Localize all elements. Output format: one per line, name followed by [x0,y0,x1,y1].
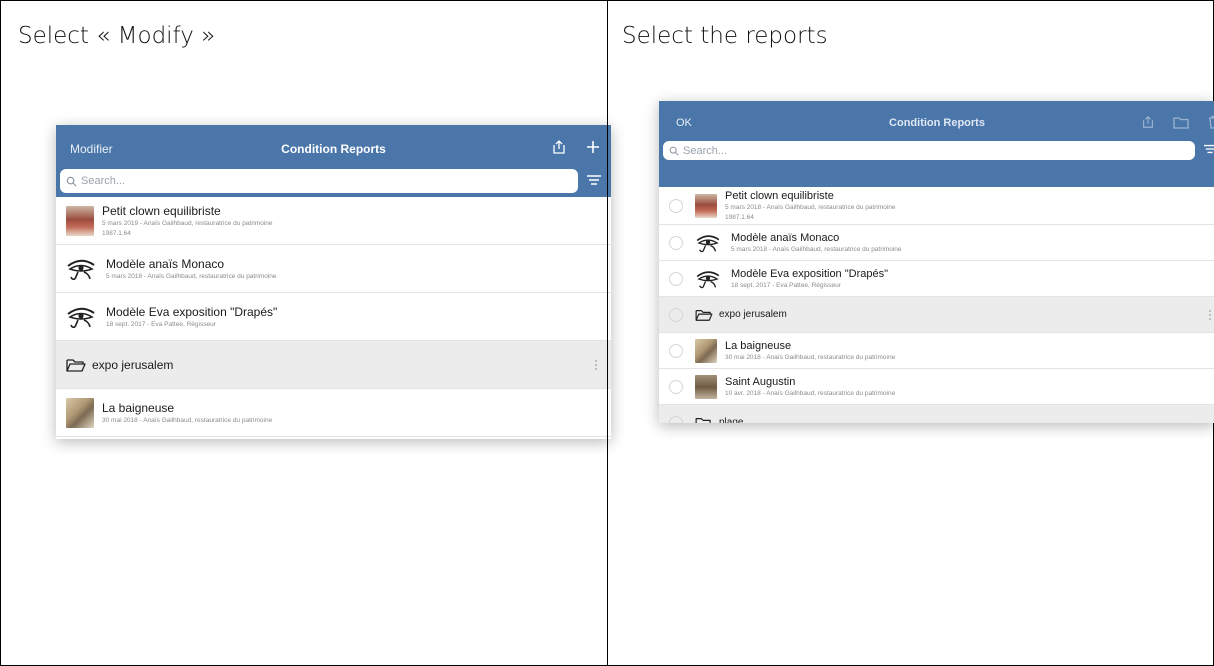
report-thumbnail [695,374,717,399]
folder-name: expo jerusalem [92,357,174,372]
report-thumbnail [66,205,94,236]
step-caption: Select « Modify » [18,23,216,49]
list-item-template[interactable]: Modèle Eva exposition "Drapés" 18 sept. … [56,293,611,341]
list-item-report[interactable]: Saint Augustin 10 avr. 2018 - Anaïs Gail… [659,369,1214,405]
report-thumbnail [66,397,94,428]
share-icon[interactable] [551,139,567,155]
item-subtitle: 18 sept. 2017 - Eva Pattee, Régisseur [731,281,841,289]
select-radio[interactable] [669,379,683,394]
list-item-report[interactable]: La baigneuse 30 mai 2018 - Anaïs Gailhba… [659,333,1214,369]
search-icon [669,146,679,156]
item-subtitle: 30 mai 2018 - Anaïs Gailhbaud, restaurat… [102,416,273,424]
list-item-folder[interactable]: plage [659,405,1214,423]
sort-icon[interactable] [1203,143,1214,155]
item-inventory-number: 1987.1.64 [725,213,754,221]
instruction-table: Select « Modify » Modifier Condition Rep… [0,0,1214,666]
report-thumbnail [695,338,717,363]
plus-icon[interactable] [585,139,601,155]
folder-name: expo jerusalem [719,309,787,320]
item-name: La baigneuse [102,400,175,415]
item-subtitle: 30 mai 2018 - Anaïs Gailhbaud, restaurat… [725,353,896,361]
nav-actions [551,139,601,155]
list-item-report[interactable]: La baigneuse 30 mai 2018 - Anaïs Gailhba… [56,389,611,437]
item-subtitle: 5 mars 2018 - Anaïs Gailhbaud, restaurat… [731,245,902,253]
select-radio[interactable] [669,271,683,286]
list-item-report[interactable]: Petit clown equilibriste 5 mars 2018 - A… [659,187,1214,225]
select-radio[interactable] [669,307,683,322]
item-inventory-number: 1987.1.64 [102,229,131,237]
sort-icon[interactable] [586,173,602,187]
folder-name: plage [719,417,744,423]
item-subtitle: 5 mars 2019 - Anaïs Gailhbaud, restaurat… [102,220,273,228]
item-subtitle: 5 mars 2018 - Anaïs Gailhbaud, restaurat… [106,272,277,280]
list-item-report[interactable]: Petit clown equilibriste 5 mars 2019 - A… [56,197,611,245]
search-input[interactable]: Search... [663,141,1195,160]
search-placeholder: Search... [81,175,126,187]
screenshot-condition-reports-edit-mode: OK Condition Reports Search... Petit clo… [659,101,1214,423]
select-radio[interactable] [669,415,683,423]
item-name: Modèle anaïs Monaco [106,256,225,271]
eye-of-horus-icon [67,259,95,280]
item-subtitle: 18 sept. 2017 - Eva Pattee, Régisseur [106,320,216,328]
item-name: Petit clown equilibriste [102,204,221,219]
more-options-icon[interactable] [1209,308,1211,322]
select-radio[interactable] [669,235,683,250]
item-name: Modèle Eva exposition "Drapés" [106,304,278,319]
folder-icon [66,358,86,372]
list-item-folder[interactable]: expo jerusalem [659,297,1214,333]
item-name: Modèle Eva exposition "Drapés" [731,267,889,280]
share-icon[interactable] [1141,115,1155,129]
folder-icon [695,309,713,321]
item-name: Petit clown equilibriste [725,190,834,203]
folder-icon [695,417,711,423]
nav-actions [1141,115,1214,129]
nav-title: Condition Reports [281,142,386,156]
item-name: Modèle anaïs Monaco [731,231,840,244]
folder-icon[interactable] [1173,115,1189,129]
list-item-template[interactable]: Modèle anaïs Monaco 5 mars 2018 - Anaïs … [659,225,1214,261]
item-subtitle: 10 avr. 2018 - Anaïs Gailhbaud, restaura… [725,389,896,397]
screenshot-condition-reports: Modifier Condition Reports Search... Pet… [56,125,611,439]
select-radio[interactable] [669,198,683,213]
eye-of-horus-icon [67,307,95,328]
nav-bar: Modifier Condition Reports Search... [56,125,611,197]
trash-icon[interactable] [1207,115,1214,129]
item-name: La baigneuse [725,339,792,352]
list-item-template[interactable]: Modèle anaïs Monaco 5 mars 2018 - Anaïs … [56,245,611,293]
nav-title: Condition Reports [889,117,985,129]
nav-bar: OK Condition Reports Search... [659,101,1214,187]
select-radio[interactable] [669,343,683,358]
search-placeholder: Search... [683,144,728,157]
report-thumbnail [695,193,717,218]
more-options-icon[interactable] [595,358,597,372]
list-item-template[interactable]: Modèle Eva exposition "Drapés" 18 sept. … [659,261,1214,297]
item-subtitle: 5 mars 2018 - Anaïs Gailhbaud, restaurat… [725,204,896,212]
search-input[interactable]: Search... [60,169,578,193]
step-caption: Select the reports [622,23,828,49]
step-cell-modify: Select « Modify » Modifier Condition Rep… [1,1,611,666]
eye-of-horus-icon [696,270,720,288]
list-item-folder[interactable]: expo jerusalem [56,341,611,389]
search-icon [66,176,77,186]
item-name: Saint Augustin [725,375,796,388]
eye-of-horus-icon [696,234,720,252]
